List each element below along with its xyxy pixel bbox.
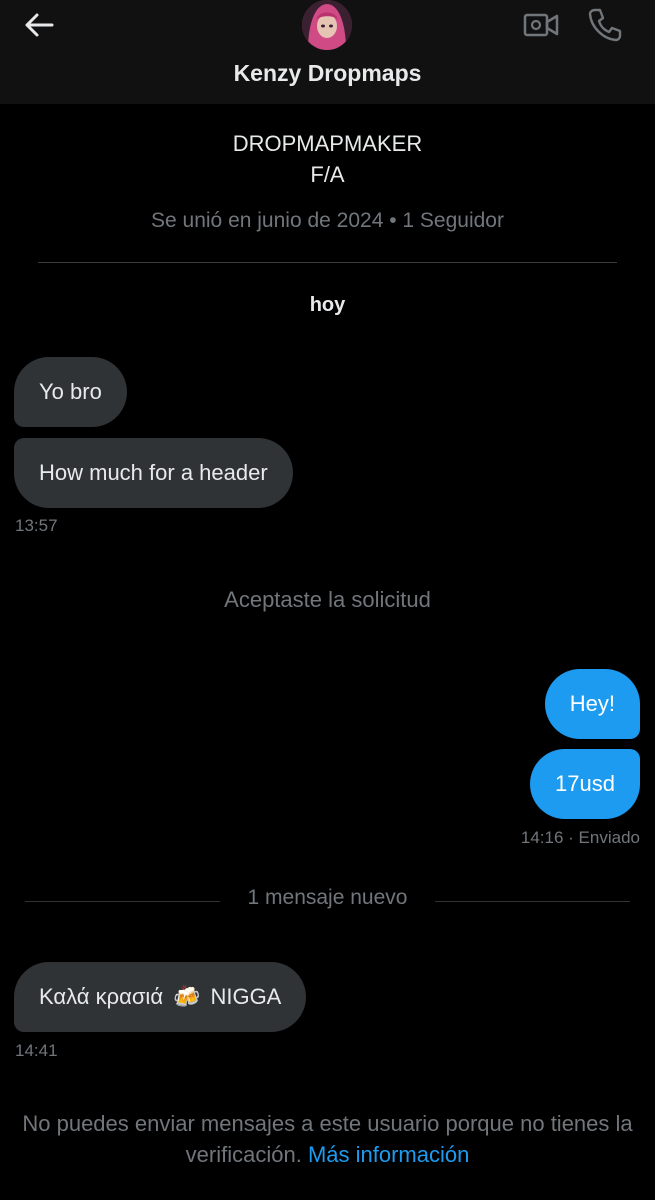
verification-notice: No puedes enviar mensajes a este usuario… — [20, 1108, 635, 1170]
new-messages-line-right — [435, 901, 630, 902]
contact-name[interactable]: Kenzy Dropmaps — [0, 60, 655, 87]
profile-meta: Se unió en junio de 2024 • 1 Seguidor — [151, 209, 504, 232]
sent-status: · Enviado — [568, 828, 640, 847]
message-timestamp: 14:41 — [15, 1041, 58, 1060]
phone-icon — [588, 8, 622, 42]
message-status: 14:16 · Enviado — [521, 828, 640, 848]
date-separator: hoy — [309, 294, 346, 316]
conversation-header: Kenzy Dropmaps — [0, 0, 655, 104]
message-text: Hey! — [569, 691, 615, 716]
arrow-left-icon — [25, 13, 54, 37]
incoming-message[interactable]: Yo bro — [14, 357, 127, 427]
voice-call-button[interactable] — [586, 6, 624, 42]
more-info-link[interactable]: Más información — [308, 1142, 469, 1167]
beer-mugs-emoji: 🍻 — [173, 984, 201, 1009]
back-button[interactable] — [20, 8, 60, 44]
outgoing-message[interactable]: Hey! — [544, 669, 640, 739]
incoming-message[interactable]: How much for a header — [14, 438, 293, 508]
message-timestamp: 13:57 — [15, 516, 58, 535]
new-messages-label: 1 mensaje nuevo — [247, 886, 408, 909]
message-text: NIGGA — [210, 984, 282, 1009]
message-timestamp: 14:16 — [520, 828, 564, 847]
incoming-message[interactable]: Καλά κρασιά 🍻 NIGGA — [14, 962, 307, 1032]
profile-bio-line-1: DROPMAPMAKER — [232, 131, 423, 156]
message-text: 17usd — [555, 771, 615, 796]
message-text: How much for a header — [39, 460, 268, 485]
profile-bio-line-2: F/A — [310, 162, 345, 187]
message-text: Yo bro — [39, 379, 102, 404]
profile-picture — [302, 0, 352, 50]
message-text: Καλά κρασιά — [39, 984, 164, 1009]
avatar[interactable] — [302, 0, 352, 50]
divider — [38, 262, 617, 263]
video-call-icon — [523, 13, 559, 37]
outgoing-message[interactable]: 17usd — [530, 749, 640, 819]
video-call-button[interactable] — [522, 8, 560, 42]
system-message: Aceptaste la solicitud — [224, 587, 431, 612]
